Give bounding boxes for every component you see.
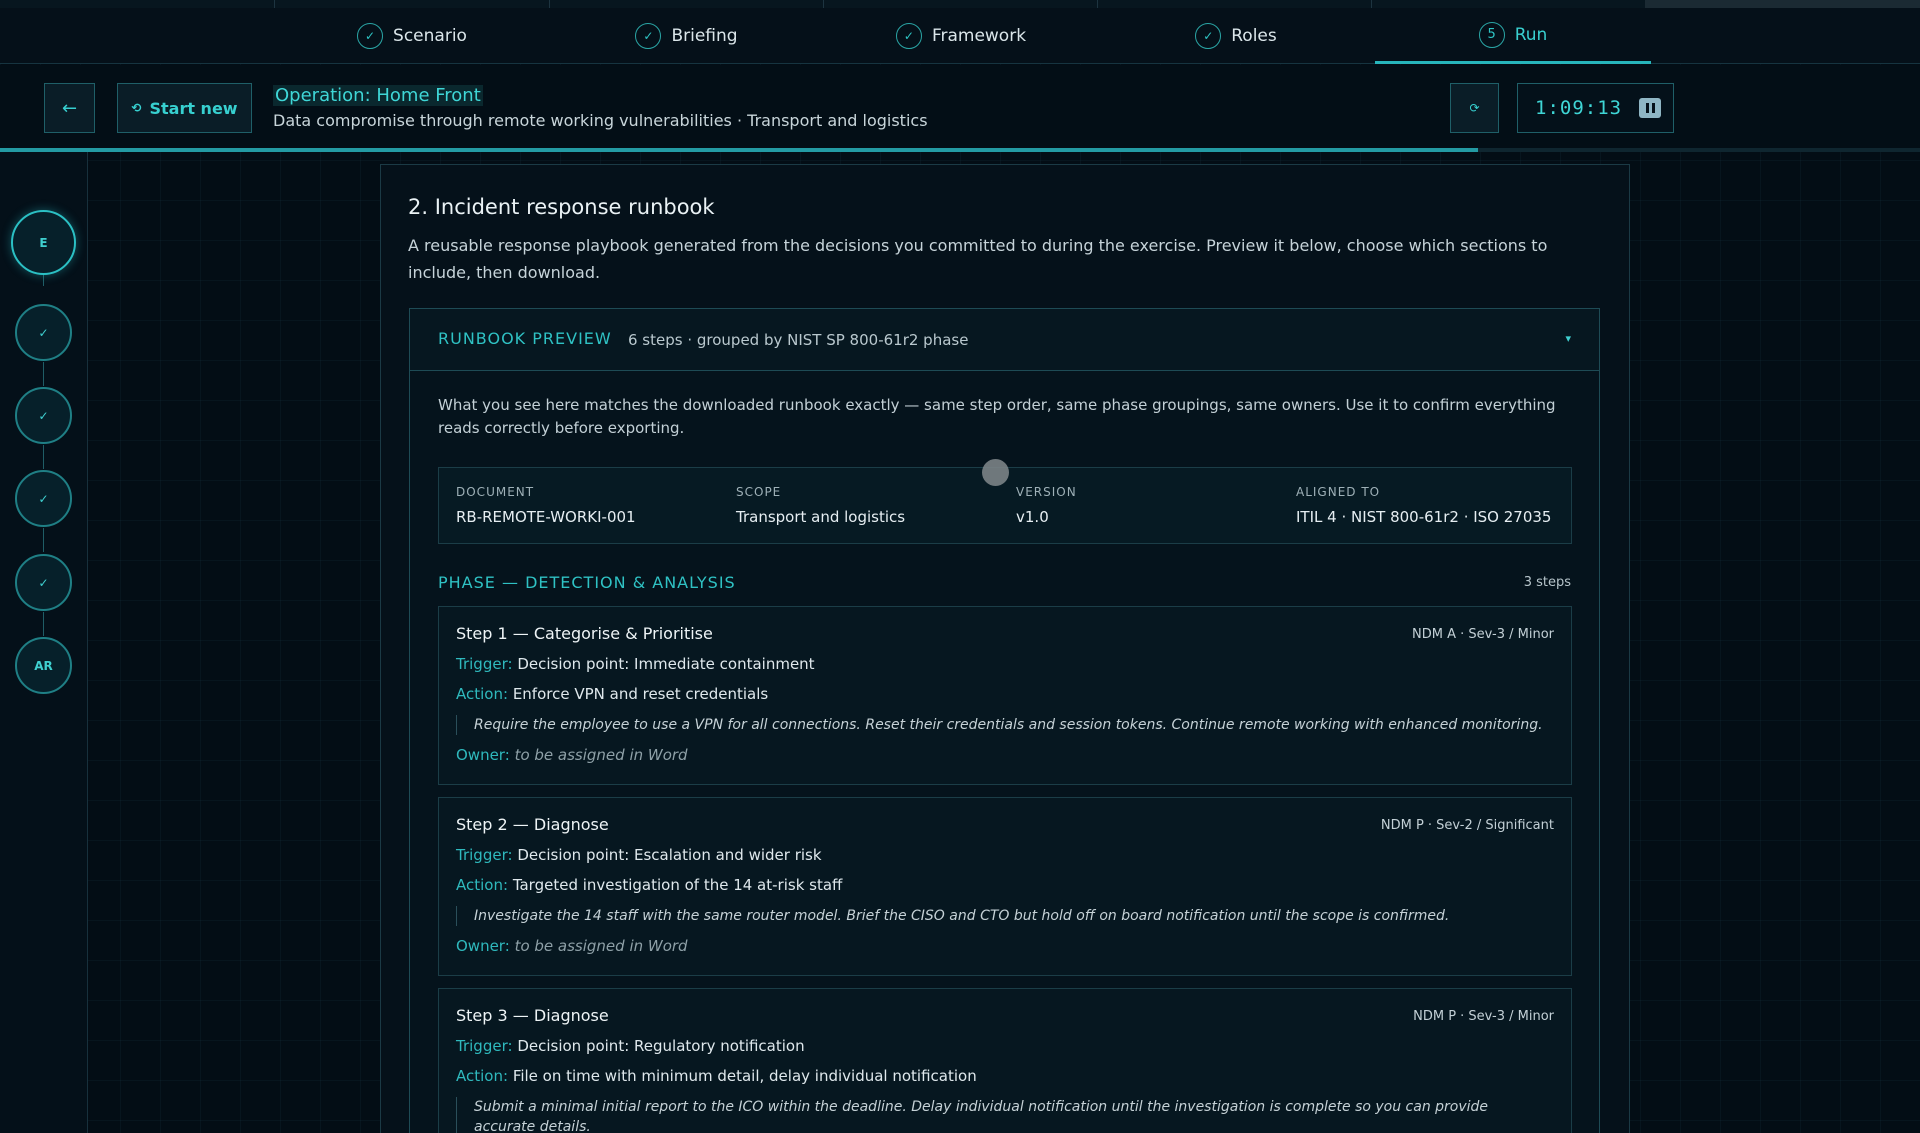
meta-label: ALIGNED TO (1296, 485, 1381, 499)
section-intro: A reusable response playbook generated f… (408, 236, 1548, 282)
step-title: Step 2 — Diagnose (456, 815, 609, 834)
step-description: Submit a minimal initial report to the I… (456, 1097, 1551, 1133)
check-icon: ✓ (895, 23, 922, 49)
operation-title: Operation: Home Front (273, 85, 483, 106)
meta-value: Transport and logistics (736, 508, 906, 526)
tab-scenario[interactable]: ✓ Scenario (275, 8, 549, 64)
timer-value: 1:09:13 (1535, 97, 1623, 119)
runbook-preview-header[interactable]: RUNBOOK PREVIEW 6 steps · grouped by NIS… (410, 309, 1599, 371)
tab-run[interactable]: 5 Run (1375, 8, 1651, 64)
preview-title: RUNBOOK PREVIEW (438, 329, 612, 348)
step-action: Action: Targeted investigation of the 14… (456, 876, 843, 894)
phase-step-count: 3 steps (1523, 575, 1571, 590)
phase-title: PHASE — DETECTION & ANALYSIS (438, 573, 736, 592)
stage-node-complete[interactable]: ✓ (15, 554, 72, 611)
restart-icon: ⟲ (131, 101, 142, 115)
check-icon: ✓ (635, 23, 662, 49)
start-new-button[interactable]: ⟲ Start new (117, 83, 252, 133)
step-severity-tag: NDM A · Sev-3 / Minor (1412, 627, 1554, 642)
chevron-down-icon[interactable]: ▾ (1565, 332, 1571, 345)
tab-label: Roles (1231, 26, 1277, 46)
tab-briefing[interactable]: ✓ Briefing (549, 8, 824, 64)
step-owner: Owner: to be assigned in Word (456, 746, 688, 764)
meta-label: SCOPE (736, 485, 782, 499)
step-trigger: Trigger: Decision point: Immediate conta… (456, 655, 815, 673)
tab-label: Framework (931, 26, 1027, 46)
check-icon: ✓ (1195, 23, 1222, 49)
stage-node-complete[interactable]: ✓ (15, 304, 72, 361)
tab-roles[interactable]: ✓ Roles (1098, 8, 1374, 64)
check-icon: ✓ (357, 23, 384, 49)
meta-value: ITIL 4 · NIST 800-61r2 · ISO 27035 (1296, 508, 1552, 526)
step-trigger: Trigger: Decision point: Escalation and … (456, 846, 822, 864)
step-number-badge: 5 (1478, 21, 1505, 48)
refresh-button[interactable]: ⟳ (1450, 83, 1499, 133)
meta-value: RB-REMOTE-WORKI-001 (456, 508, 636, 526)
tab-framework[interactable]: ✓ Framework (824, 8, 1098, 64)
stage-node-complete[interactable]: ✓ (15, 470, 72, 527)
arrow-left-icon: ← (61, 97, 78, 119)
step-trigger: Trigger: Decision point: Regulatory noti… (456, 1037, 805, 1055)
preview-meta: 6 steps · grouped by NIST SP 800-61r2 ph… (628, 331, 969, 349)
tab-label: Briefing (671, 26, 738, 46)
section-title: 2. Incident response runbook (408, 195, 715, 219)
step-title: Step 1 — Categorise & Prioritise (456, 624, 713, 643)
stage-node-ar[interactable]: AR (15, 637, 72, 694)
top-progress-strip (0, 0, 1920, 8)
back-button[interactable]: ← (44, 83, 95, 133)
runbook-step: Step 2 — Diagnose NDM P · Sev-2 / Signif… (438, 797, 1572, 976)
tab-label: Scenario (393, 26, 467, 46)
step-description: Investigate the 14 staff with the same r… (456, 906, 1551, 926)
session-timer: 1:09:13 (1517, 83, 1674, 133)
runbook-step: Step 3 — Diagnose NDM P · Sev-3 / Minor … (438, 988, 1572, 1133)
step-owner: Owner: to be assigned in Word (456, 937, 688, 955)
start-new-label: Start new (149, 98, 238, 118)
mouse-cursor (982, 459, 1009, 486)
stage-node-e[interactable]: E (11, 210, 76, 275)
refresh-icon: ⟳ (1469, 101, 1480, 115)
wizard-tabs: ✓ Scenario ✓ Briefing ✓ Framework ✓ Role… (0, 8, 1920, 64)
step-title: Step 3 — Diagnose (456, 1006, 609, 1025)
stage-rail: E ✓ ✓ ✓ ✓ AR (0, 152, 88, 1133)
step-action: Action: File on time with minimum detail… (456, 1067, 977, 1085)
meta-label: VERSION (1016, 485, 1077, 499)
step-action: Action: Enforce VPN and reset credential… (456, 685, 769, 703)
session-header: ← ⟲ Start new Operation: Home Front Data… (0, 65, 1920, 151)
pause-button[interactable] (1639, 98, 1662, 118)
progress-fill (0, 148, 1479, 152)
stage-node-complete[interactable]: ✓ (15, 387, 72, 444)
step-severity-tag: NDM P · Sev-3 / Minor (1413, 1009, 1554, 1024)
tab-label: Run (1514, 24, 1548, 45)
step-description: Require the employee to use a VPN for al… (456, 715, 1551, 735)
operation-subtitle: Data compromise through remote working v… (273, 111, 928, 130)
step-severity-tag: NDM P · Sev-2 / Significant (1380, 818, 1554, 833)
runbook-preview: RUNBOOK PREVIEW 6 steps · grouped by NIS… (409, 308, 1600, 1133)
meta-value: v1.0 (1016, 508, 1049, 526)
meta-label: DOCUMENT (456, 485, 535, 499)
preview-note: What you see here matches the downloaded… (438, 396, 1556, 437)
session-progress-bar (0, 148, 1920, 152)
runbook-step: Step 1 — Categorise & Prioritise NDM A ·… (438, 606, 1572, 785)
pause-icon (1645, 103, 1649, 113)
